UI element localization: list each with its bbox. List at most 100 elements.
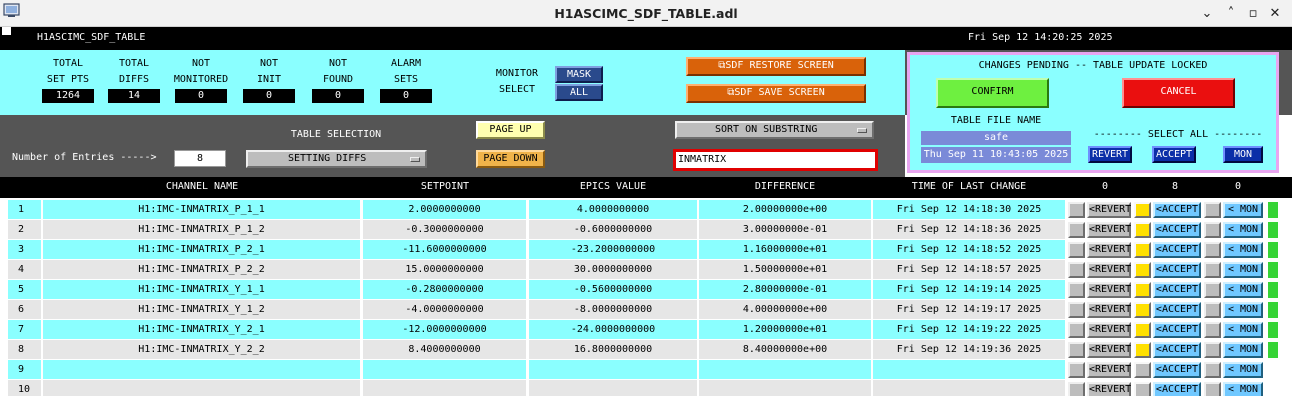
accept-checkbox[interactable] bbox=[1134, 302, 1151, 318]
maximize-icon[interactable]: ˄ bbox=[1222, 5, 1240, 23]
row-time: Fri Sep 12 14:19:22 2025 bbox=[873, 320, 1065, 339]
revert-checkbox[interactable] bbox=[1068, 202, 1085, 218]
accept-button[interactable]: <ACCEPT bbox=[1153, 202, 1201, 218]
minimize-icon[interactable]: ⌄ bbox=[1198, 5, 1216, 23]
mon-button[interactable]: < MON bbox=[1223, 302, 1263, 318]
cancel-button[interactable]: CANCEL bbox=[1122, 78, 1235, 108]
revert-checkbox[interactable] bbox=[1068, 302, 1085, 318]
mon-button[interactable]: < MON bbox=[1223, 242, 1263, 258]
table-file-label: TABLE FILE NAME bbox=[950, 115, 1042, 126]
revert-button[interactable]: <REVERT bbox=[1087, 282, 1131, 298]
accept-button[interactable]: <ACCEPT bbox=[1153, 222, 1201, 238]
close-icon[interactable]: ✕ bbox=[1266, 5, 1284, 23]
mon-checkbox[interactable] bbox=[1204, 342, 1221, 358]
accept-checkbox[interactable] bbox=[1134, 362, 1151, 378]
mask-button[interactable]: MASK bbox=[555, 66, 603, 83]
revert-checkbox[interactable] bbox=[1068, 242, 1085, 258]
stat-label-line2: SET PTS bbox=[46, 74, 90, 85]
revert-checkbox[interactable] bbox=[1068, 322, 1085, 338]
revert-button[interactable]: <REVERT bbox=[1087, 362, 1131, 378]
revert-checkbox[interactable] bbox=[1068, 362, 1085, 378]
revert-checkbox[interactable] bbox=[1068, 222, 1085, 238]
mon-checkbox[interactable] bbox=[1204, 242, 1221, 258]
mon-checkbox[interactable] bbox=[1204, 362, 1221, 378]
table-selection-dropdown[interactable]: SETTING DIFFS bbox=[246, 150, 427, 168]
mon-button[interactable]: < MON bbox=[1223, 222, 1263, 238]
accept-button[interactable]: <ACCEPT bbox=[1153, 342, 1201, 358]
all-button[interactable]: ALL bbox=[555, 84, 603, 101]
page-up-button[interactable]: PAGE UP bbox=[476, 121, 545, 139]
mon-checkbox[interactable] bbox=[1204, 382, 1221, 396]
stat-value: 0 bbox=[380, 89, 432, 103]
sort-substring-label: SORT ON SUBSTRING bbox=[715, 124, 818, 135]
accept-button[interactable]: <ACCEPT bbox=[1153, 302, 1201, 318]
mon-button[interactable]: < MON bbox=[1223, 382, 1263, 396]
revert-button[interactable]: <REVERT bbox=[1087, 382, 1131, 396]
confirm-button[interactable]: CONFIRM bbox=[936, 78, 1049, 108]
select-all-mon-button[interactable]: MON bbox=[1223, 146, 1263, 163]
accept-button[interactable]: <ACCEPT bbox=[1153, 382, 1201, 396]
accept-button[interactable]: <ACCEPT bbox=[1153, 362, 1201, 378]
mon-checkbox[interactable] bbox=[1204, 222, 1221, 238]
row-time: Fri Sep 12 14:18:30 2025 bbox=[873, 200, 1065, 219]
row-number: 6 bbox=[8, 300, 41, 319]
revert-button[interactable]: <REVERT bbox=[1087, 302, 1131, 318]
accept-checkbox[interactable] bbox=[1134, 222, 1151, 238]
mon-button[interactable]: < MON bbox=[1223, 282, 1263, 298]
sort-substring-dropdown[interactable]: SORT ON SUBSTRING bbox=[675, 121, 874, 139]
accept-checkbox[interactable] bbox=[1134, 242, 1151, 258]
accept-button[interactable]: <ACCEPT bbox=[1153, 242, 1201, 258]
row-time bbox=[873, 360, 1065, 379]
row-channel: H1:IMC-INMATRIX_Y_2_1 bbox=[43, 320, 360, 339]
screen-name: H1ASCIMC_SDF_TABLE bbox=[37, 32, 146, 43]
sdf-restore-button[interactable]: ⧉SDF RESTORE SCREEN bbox=[686, 57, 866, 76]
row-channel: H1:IMC-INMATRIX_Y_2_2 bbox=[43, 340, 360, 359]
accept-checkbox[interactable] bbox=[1134, 382, 1151, 396]
accept-checkbox[interactable] bbox=[1134, 282, 1151, 298]
accept-checkbox[interactable] bbox=[1134, 342, 1151, 358]
stat-value: 1264 bbox=[42, 89, 94, 103]
row-difference: 1.20000000e+01 bbox=[699, 320, 871, 339]
row-number: 7 bbox=[8, 320, 41, 339]
sdf-save-button[interactable]: ⧉SDF SAVE SCREEN bbox=[686, 84, 866, 103]
page-down-button[interactable]: PAGE DOWN bbox=[476, 150, 545, 168]
revert-button[interactable]: <REVERT bbox=[1087, 202, 1131, 218]
select-all-accept-button[interactable]: ACCEPT bbox=[1152, 146, 1196, 163]
revert-button[interactable]: <REVERT bbox=[1087, 322, 1131, 338]
revert-checkbox[interactable] bbox=[1068, 382, 1085, 396]
revert-button[interactable]: <REVERT bbox=[1087, 262, 1131, 278]
row-epics-value: 16.8000000000 bbox=[529, 340, 697, 359]
accept-button[interactable]: <ACCEPT bbox=[1153, 322, 1201, 338]
revert-button[interactable]: <REVERT bbox=[1087, 222, 1131, 238]
restore-icon[interactable]: ▫ bbox=[1244, 5, 1262, 23]
mon-button[interactable]: < MON bbox=[1223, 342, 1263, 358]
revert-checkbox[interactable] bbox=[1068, 282, 1085, 298]
revert-button[interactable]: <REVERT bbox=[1087, 342, 1131, 358]
mon-button[interactable]: < MON bbox=[1223, 202, 1263, 218]
accept-checkbox[interactable] bbox=[1134, 202, 1151, 218]
monitor-select-label-1: MONITOR bbox=[495, 68, 539, 79]
mon-checkbox[interactable] bbox=[1204, 302, 1221, 318]
revert-button[interactable]: <REVERT bbox=[1087, 242, 1131, 258]
mon-checkbox[interactable] bbox=[1204, 282, 1221, 298]
stat-label-line1: TOTAL bbox=[52, 58, 84, 69]
accept-button[interactable]: <ACCEPT bbox=[1153, 282, 1201, 298]
mon-button[interactable]: < MON bbox=[1223, 362, 1263, 378]
row-difference: 2.80000000e-01 bbox=[699, 280, 871, 299]
mon-checkbox[interactable] bbox=[1204, 262, 1221, 278]
accept-button[interactable]: <ACCEPT bbox=[1153, 262, 1201, 278]
stat-label-line2: MONITORED bbox=[173, 74, 229, 85]
revert-checkbox[interactable] bbox=[1068, 342, 1085, 358]
select-all-revert-button[interactable]: REVERT bbox=[1088, 146, 1132, 163]
mon-checkbox[interactable] bbox=[1204, 322, 1221, 338]
substring-input[interactable]: INMATRIX bbox=[673, 149, 878, 171]
screen-header: H1ASCIMC_SDF_TABLE Fri Sep 12 14:20:25 2… bbox=[0, 27, 1292, 50]
accept-checkbox[interactable] bbox=[1134, 322, 1151, 338]
revert-checkbox[interactable] bbox=[1068, 262, 1085, 278]
accept-checkbox[interactable] bbox=[1134, 262, 1151, 278]
row-channel: H1:IMC-INMATRIX_Y_1_1 bbox=[43, 280, 360, 299]
mon-button[interactable]: < MON bbox=[1223, 262, 1263, 278]
mon-checkbox[interactable] bbox=[1204, 202, 1221, 218]
row-epics-value bbox=[529, 360, 697, 379]
mon-button[interactable]: < MON bbox=[1223, 322, 1263, 338]
